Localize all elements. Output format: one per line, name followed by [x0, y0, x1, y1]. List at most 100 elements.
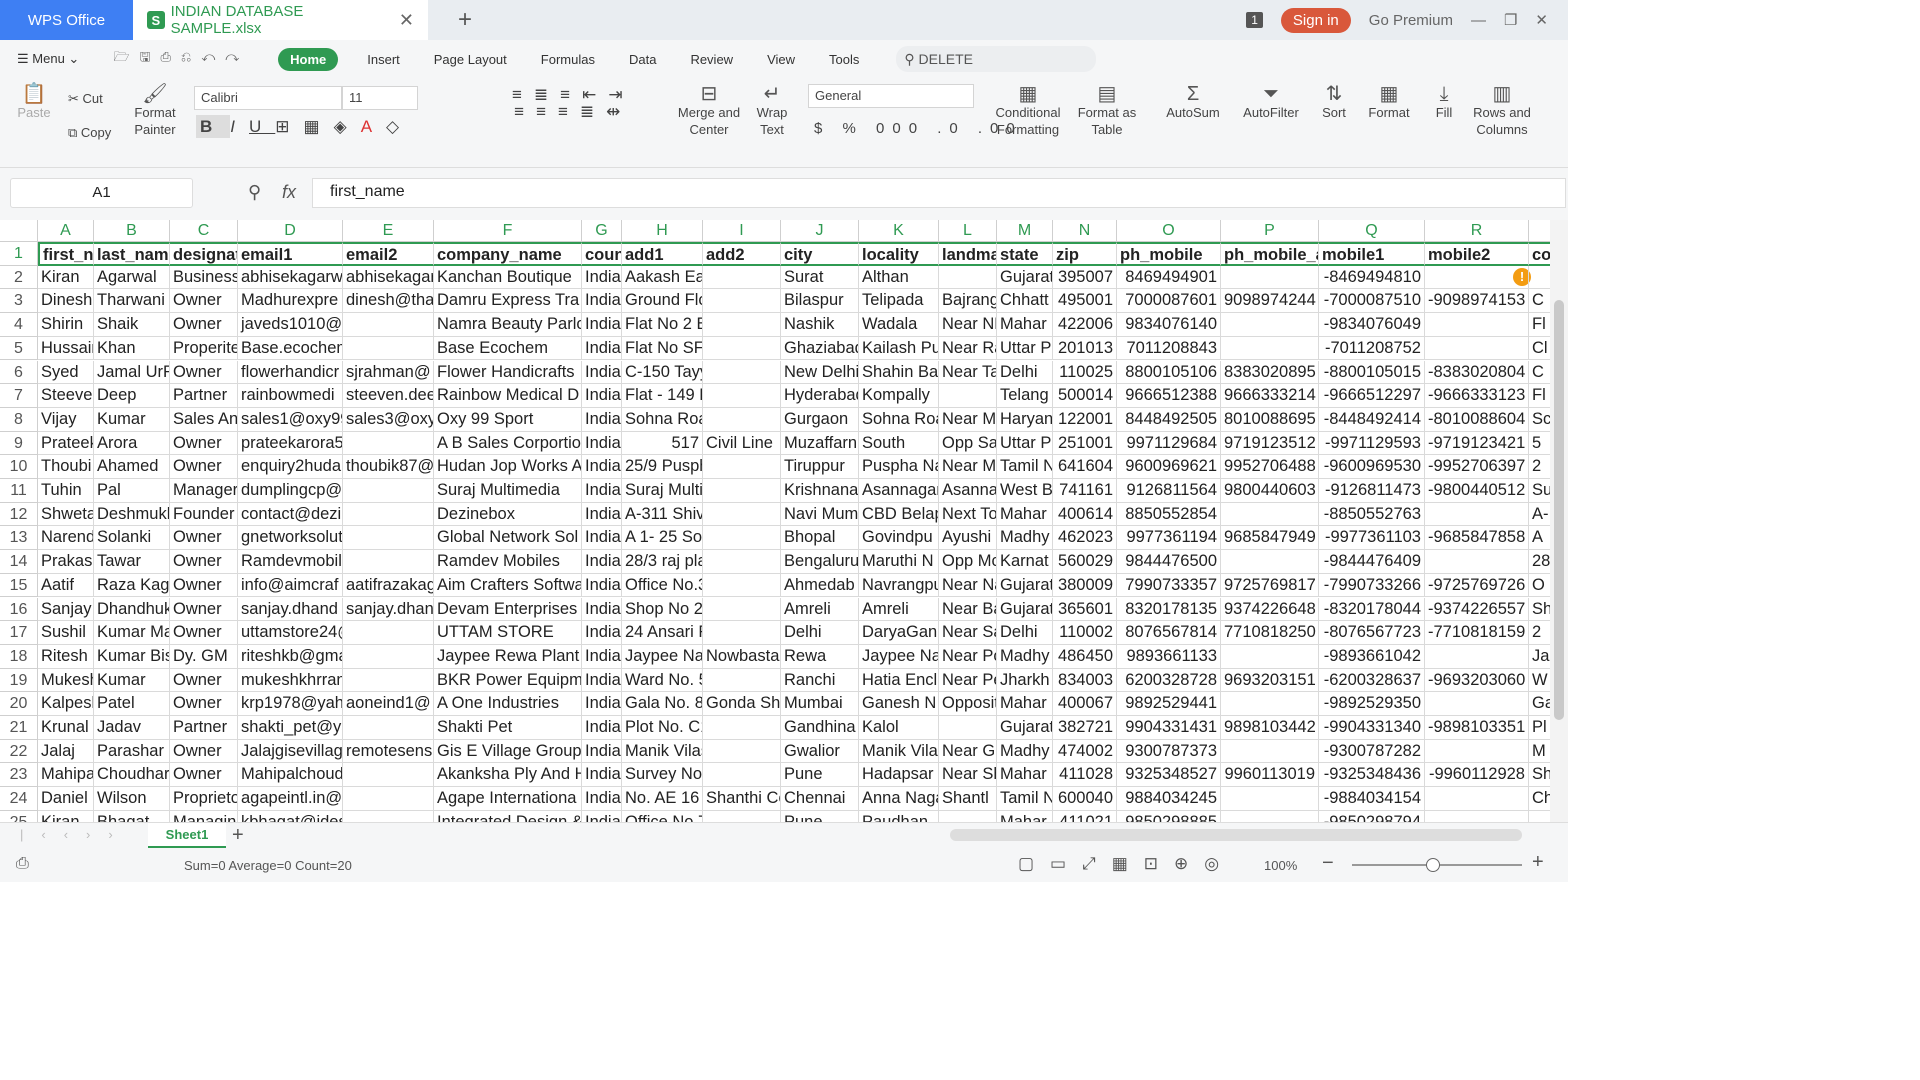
cell[interactable] — [939, 810, 997, 822]
column-title-cell[interactable]: company_name — [434, 242, 582, 266]
cell[interactable]: Devam Enterprises — [434, 597, 582, 622]
cell[interactable]: -9600969530 — [1319, 455, 1425, 479]
cell[interactable]: -9977361103 — [1319, 526, 1425, 551]
cell[interactable]: 9300787373 — [1117, 739, 1221, 764]
document-tab[interactable]: S INDIAN DATABASE SAMPLE.xlsx ✕ — [133, 0, 428, 40]
cell[interactable]: 9834076140 — [1117, 313, 1221, 337]
cell[interactable]: Jamal UrR — [94, 360, 170, 385]
cell[interactable]: Founder — [170, 502, 238, 527]
view-mode-buttons[interactable]: ▢▭⤢▦⊡⊕◎ — [1018, 854, 1235, 874]
cell[interactable]: India — [582, 455, 622, 479]
column-header[interactable]: J — [781, 220, 859, 242]
cell[interactable]: 110025 — [1053, 360, 1117, 385]
column-header[interactable]: K — [859, 220, 939, 242]
row-number[interactable]: 24 — [0, 787, 38, 811]
cell[interactable]: -9960112928 — [1425, 763, 1529, 788]
cell[interactable]: Owner — [170, 597, 238, 622]
cell[interactable]: Near NM — [939, 313, 997, 337]
cell[interactable]: Partner — [170, 384, 238, 408]
cell[interactable]: Near Sh — [939, 763, 997, 788]
cell[interactable]: Gujarat — [997, 597, 1053, 622]
cell[interactable] — [343, 668, 434, 693]
cell[interactable]: Raza Kagz — [94, 573, 170, 598]
cell[interactable]: Near Gr — [939, 739, 997, 764]
cell[interactable]: 9884034245 — [1117, 787, 1221, 811]
cell[interactable] — [1221, 550, 1319, 574]
cell[interactable]: Manik Vilas Colony N — [622, 739, 703, 764]
column-header[interactable]: E — [343, 220, 434, 242]
cell[interactable]: 9126811564 — [1117, 479, 1221, 503]
cell[interactable]: -9971129593 — [1319, 431, 1425, 456]
row-number[interactable]: 21 — [0, 716, 38, 740]
cell[interactable]: Kanchan Boutique — [434, 265, 582, 290]
cell[interactable]: Suraj Multimedia — [622, 479, 703, 503]
cell[interactable] — [343, 621, 434, 645]
cell[interactable]: aatifrazakag — [343, 573, 434, 598]
cell[interactable]: Managing — [170, 810, 238, 822]
row-number[interactable]: 14 — [0, 550, 38, 574]
cut-button[interactable]: ✂ Cut — [68, 90, 103, 107]
cell[interactable]: A One Industries — [434, 692, 582, 716]
cell[interactable]: Khan — [94, 336, 170, 361]
column-title-cell[interactable]: co — [1529, 242, 1550, 266]
cell[interactable]: Shanthi Co — [703, 787, 781, 811]
cell[interactable]: 382721 — [1053, 716, 1117, 740]
cell[interactable]: -9374226557 — [1425, 597, 1529, 622]
cell[interactable]: -9098974153 — [1425, 289, 1529, 314]
cell[interactable]: BKR Power Equipm — [434, 668, 582, 693]
cell[interactable]: 380009 — [1053, 573, 1117, 598]
cell[interactable]: India — [582, 431, 622, 456]
cell[interactable]: 8850552854 — [1117, 502, 1221, 527]
cell[interactable]: Near Po — [939, 644, 997, 669]
cell[interactable]: A B Sales Corportio — [434, 431, 582, 456]
row-number[interactable]: 25 — [0, 810, 38, 822]
cell[interactable]: Opposit — [939, 692, 997, 716]
cell[interactable]: -9725769726 — [1425, 573, 1529, 598]
cell[interactable] — [703, 455, 781, 479]
cell[interactable]: Owner — [170, 668, 238, 693]
cell[interactable] — [939, 384, 997, 408]
cell[interactable]: India — [582, 479, 622, 503]
cell[interactable] — [703, 289, 781, 314]
column-title-cell[interactable]: ph_mobile — [1117, 242, 1221, 266]
cell[interactable]: 400614 — [1053, 502, 1117, 527]
cell[interactable]: Jaypee Na — [859, 644, 939, 669]
column-title-cell[interactable]: city — [781, 242, 859, 266]
column-title-cell[interactable]: add1 — [622, 242, 703, 266]
tab-tools[interactable]: Tools — [829, 52, 859, 67]
cell[interactable] — [343, 336, 434, 361]
cell[interactable]: 500014 — [1053, 384, 1117, 408]
restore-icon[interactable]: ❐ — [1504, 11, 1517, 29]
cell[interactable]: Manik Vila — [859, 739, 939, 764]
zoom-slider-handle[interactable] — [1426, 858, 1440, 872]
cell[interactable]: Tiruppur — [781, 455, 859, 479]
cell[interactable]: 8469494901 — [1117, 265, 1221, 290]
cell[interactable]: -8383020804 — [1425, 360, 1529, 385]
format-button[interactable]: ▦ Format — [1364, 84, 1414, 121]
row-number[interactable]: 7 — [0, 384, 38, 408]
cell[interactable]: 7000087601 — [1117, 289, 1221, 314]
cell[interactable]: dumplingcp@gmail.com — [238, 479, 343, 503]
menu-button[interactable]: ☰ Menu ⌄ — [17, 51, 79, 67]
cell[interactable]: 9374226648 — [1221, 597, 1319, 622]
cell[interactable]: 2 — [1529, 455, 1550, 479]
cell[interactable]: Gujarat — [997, 265, 1053, 290]
cell[interactable]: shakti_pet@yahoo.co.in — [238, 716, 343, 740]
cell[interactable]: Pl — [1529, 716, 1550, 740]
cell[interactable]: Owner — [170, 739, 238, 764]
cell[interactable]: Nashik — [781, 313, 859, 337]
column-title-cell[interactable]: designation — [170, 242, 238, 266]
cell[interactable]: Gujarat — [997, 573, 1053, 598]
cell[interactable]: India — [582, 621, 622, 645]
cell[interactable] — [1221, 336, 1319, 361]
cell[interactable]: Business — [170, 265, 238, 290]
conditional-formatting-button[interactable]: ▦ Conditional Formatting — [990, 84, 1066, 138]
cell[interactable] — [703, 526, 781, 551]
cell[interactable] — [939, 265, 997, 290]
column-header[interactable]: D — [238, 220, 343, 242]
cell[interactable]: enquiry2huda — [238, 455, 343, 479]
column-title-cell[interactable]: last_name — [94, 242, 170, 266]
tab-data[interactable]: Data — [629, 52, 656, 67]
cell[interactable]: Mahar — [997, 810, 1053, 822]
cell[interactable]: Deep — [94, 384, 170, 408]
